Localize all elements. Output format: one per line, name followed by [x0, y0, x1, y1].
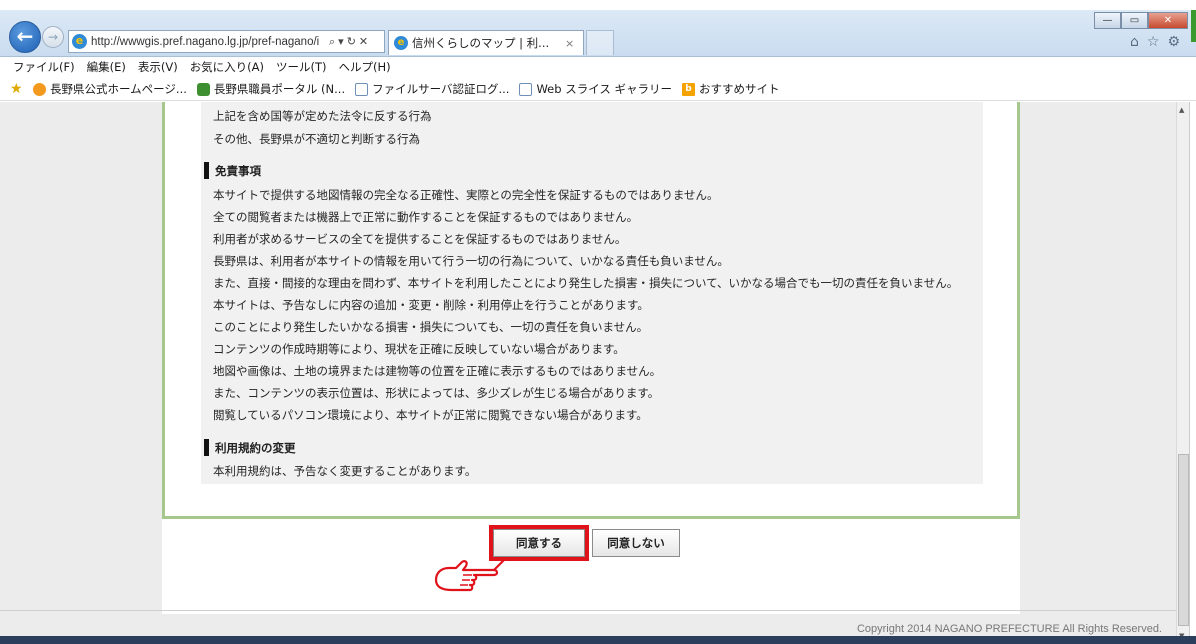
disclaimer-heading: 免責事項 [204, 162, 261, 179]
bing-icon: b [682, 82, 696, 96]
taskbar [0, 636, 1196, 644]
close-window-button[interactable]: ✕ [1148, 12, 1188, 29]
active-tab[interactable]: e 信州くらしのマップ | 利... × [388, 30, 584, 55]
terms-line: 閲覧しているパソコン環境により、本サイトが正常に閲覧できない場合があります。 [213, 408, 648, 422]
window-controls: — ▭ ✕ [1094, 12, 1188, 29]
copyright-text: Copyright 2014 NAGANO PREFECTURE All Rig… [856, 623, 1162, 635]
new-tab-button[interactable] [586, 30, 614, 55]
favorite-item[interactable]: ファイルサーバ認証ログ... [355, 81, 509, 97]
favorite-label: ファイルサーバ認証ログ... [372, 82, 510, 96]
star-icon[interactable]: ☆ [1147, 34, 1160, 50]
terms-line: 全ての閲覧者または機器上で正常に動作することを保証するものではありません。 [213, 210, 639, 224]
favorites-bar: ★ 長野県公式ホームページ... 長野県職員ポータル (N... ファイルサーバ… [0, 78, 1196, 101]
back-button[interactable]: ← [9, 21, 41, 53]
terms-content: 上記を含め国等が定めた法令に反する行為 その他、長野県が不適切と判断する行為 免… [201, 102, 983, 484]
tab-close-icon[interactable]: × [565, 37, 574, 50]
gear-icon[interactable]: ⚙ [1167, 34, 1180, 50]
favorite-label: 長野県公式ホームページ... [50, 82, 187, 96]
screen-top-strip [0, 0, 1196, 10]
page-icon [519, 82, 533, 96]
heading-bar [204, 162, 209, 179]
terms-frame: 上記を含め国等が定めた法令に反する行為 その他、長野県が不適切と判断する行為 免… [162, 102, 1020, 519]
background-window-edge [1191, 10, 1196, 42]
minimize-button[interactable]: — [1094, 12, 1121, 29]
orange-circle-icon [33, 82, 46, 96]
ie-tab-icon: e [394, 36, 408, 50]
favorite-label: Web スライス ギャラリー [536, 82, 673, 96]
heading-text: 利用規約の変更 [215, 440, 296, 455]
heading-bar [204, 439, 209, 456]
page-viewport: 上記を含め国等が定めた法令に反する行為 その他、長野県が不適切と判断する行為 免… [0, 102, 1176, 644]
terms-line: その他、長野県が不適切と判断する行為 [213, 132, 420, 146]
vertical-scrollbar[interactable]: ▲ ▼ [1176, 102, 1189, 644]
address-url[interactable]: http://wwwgis.pref.nagano.lg.jp/pref-nag… [91, 36, 327, 48]
dropdown-icon[interactable]: ▾ [338, 35, 344, 49]
tab-title: 信州くらしのマップ | 利... [412, 36, 550, 50]
footer-divider [0, 610, 1176, 611]
terms-line: 利用者が求めるサービスの全てを提供することを保証するものではありません。 [213, 232, 627, 246]
terms-line: 長野県は、利用者が本サイトの情報を用いて行う一切の行為について、いかなる責任も負… [213, 254, 729, 268]
address-tools: ⌕ ▾ ↻ ✕ [329, 35, 368, 49]
address-bar[interactable]: e http://wwwgis.pref.nagano.lg.jp/pref-n… [68, 30, 385, 53]
menu-file[interactable]: ファイル(F) [13, 59, 75, 75]
browser-right-icons: ⌂ ☆ ⚙ [1130, 34, 1180, 50]
stop-icon[interactable]: ✕ [359, 35, 368, 49]
adjacent-window-edge [1189, 102, 1196, 644]
scroll-up-icon[interactable]: ▲ [1179, 106, 1184, 114]
terms-line: 本サイトで提供する地図情報の完全なる正確性、実際との完全性を保証するものではあり… [213, 188, 719, 202]
search-icon[interactable]: ⌕ [329, 35, 335, 49]
terms-line: 上記を含め国等が定めた法令に反する行為 [213, 109, 432, 123]
favorite-label: 長野県職員ポータル (N... [213, 82, 346, 96]
favorite-item[interactable]: Web スライス ギャラリー [519, 81, 672, 97]
terms-line: 本サイトは、予告なしに内容の追加・変更・削除・利用停止を行うことがあります。 [213, 298, 649, 312]
menu-tools[interactable]: ツール(T) [276, 59, 327, 75]
favorites-star-icon[interactable]: ★ [10, 82, 23, 96]
terms-change-heading: 利用規約の変更 [204, 439, 296, 456]
menu-help[interactable]: ヘルプ(H) [339, 59, 391, 75]
favorite-item[interactable]: b おすすめサイト [682, 81, 780, 97]
disagree-button[interactable]: 同意しない [592, 529, 680, 557]
terms-line: 本利用規約は、予告なく変更することがあります。 [213, 464, 477, 478]
favorite-item[interactable]: 長野県職員ポータル (N... [196, 81, 346, 97]
maximize-button[interactable]: ▭ [1121, 12, 1148, 29]
terms-line: また、直接・間接的な理由を問わず、本サイトを利用したことにより発生した損害・損失… [213, 276, 959, 290]
menu-view[interactable]: 表示(V) [138, 59, 178, 75]
home-icon[interactable]: ⌂ [1130, 34, 1139, 50]
agree-button[interactable]: 同意する [489, 525, 589, 561]
favorite-item[interactable]: 長野県公式ホームページ... [33, 81, 187, 97]
page-icon [355, 82, 369, 96]
refresh-icon[interactable]: ↻ [347, 35, 356, 49]
ie-page-icon: e [72, 34, 87, 49]
green-figure-icon [196, 82, 210, 96]
terms-line: 地図や画像は、土地の境界または建物等の位置を正確に表示するものではありません。 [213, 364, 662, 378]
menu-edit[interactable]: 編集(E) [87, 59, 126, 75]
menu-bar: ファイル(F) 編集(E) 表示(V) お気に入り(A) ツール(T) ヘルプ(… [0, 57, 1196, 77]
favorite-label: おすすめサイト [699, 82, 780, 96]
terms-line: また、コンテンツの表示位置は、形状によっては、多少ズレが生じる場合があります。 [213, 386, 660, 400]
menu-favorites[interactable]: お気に入り(A) [190, 59, 264, 75]
terms-line: コンテンツの作成時期等により、現状を正確に反映していない場合があります。 [213, 342, 625, 356]
terms-line: このことにより発生したいかなる損害・損失についても、一切の責任を負いません。 [213, 320, 649, 334]
forward-button[interactable]: → [42, 26, 64, 48]
pointing-hand-icon [434, 557, 507, 592]
scrollbar-thumb[interactable] [1178, 454, 1189, 626]
heading-text: 免責事項 [215, 163, 261, 178]
